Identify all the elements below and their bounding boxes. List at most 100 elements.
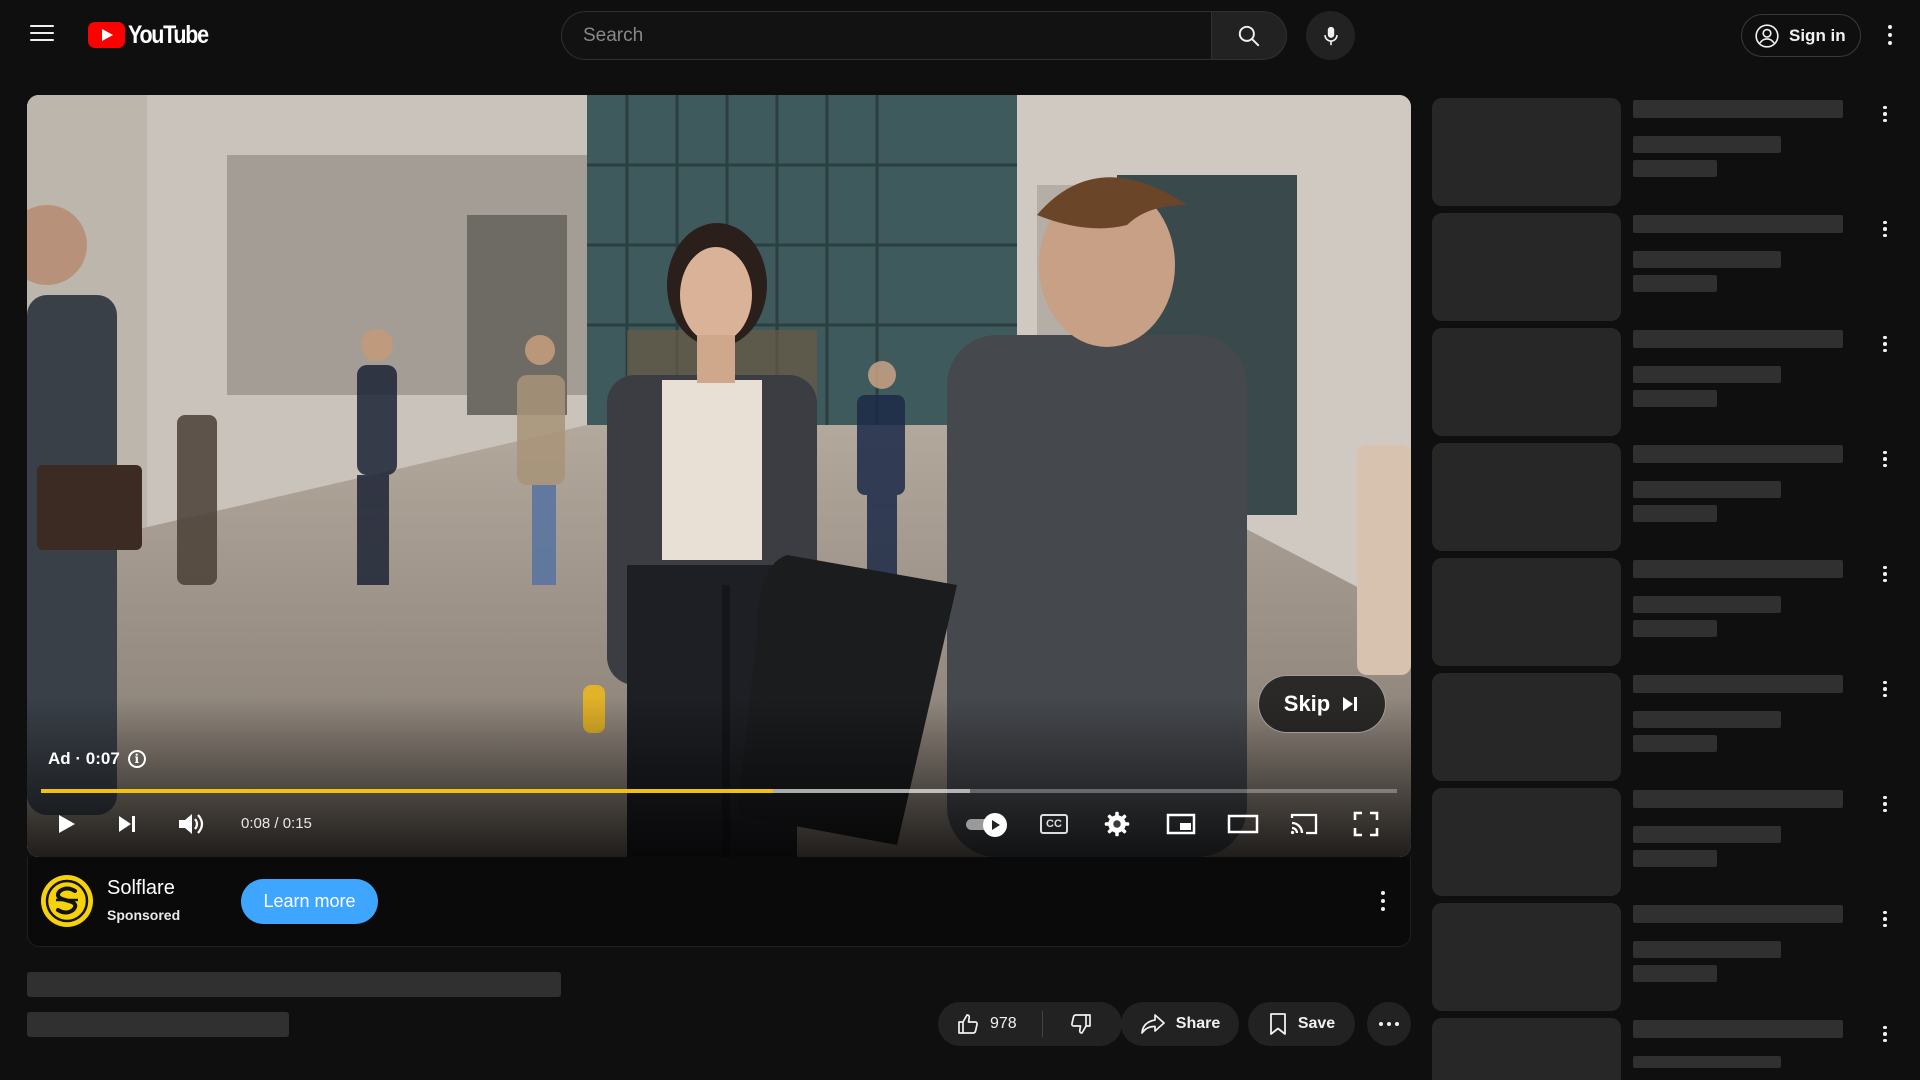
share-arrow-icon	[1140, 1014, 1165, 1034]
recommendation-card[interactable]	[1432, 673, 1902, 781]
player-controls: 0:08 / 0:15 CC	[27, 802, 1411, 846]
youtube-logo-icon	[88, 22, 125, 48]
more-vert-icon[interactable]	[1872, 677, 1898, 701]
progress-played	[41, 789, 774, 793]
recommendation-title-placeholder	[1633, 215, 1843, 233]
recommendation-title-placeholder	[1633, 905, 1843, 923]
theater-mode-icon	[1227, 814, 1259, 834]
more-vert-icon[interactable]	[1872, 907, 1898, 931]
recommendation-card[interactable]	[1432, 1018, 1902, 1080]
recommendation-thumbnail-placeholder[interactable]	[1432, 558, 1621, 666]
volume-icon	[179, 814, 204, 834]
more-actions-button[interactable]	[1367, 1002, 1411, 1046]
more-vert-icon[interactable]	[1875, 20, 1905, 50]
recommendation-thumbnail-placeholder[interactable]	[1432, 443, 1621, 551]
like-count: 978	[990, 1015, 1017, 1032]
search-input[interactable]	[561, 11, 1211, 60]
search-button[interactable]	[1211, 11, 1287, 60]
recommendation-meta-placeholder	[1633, 390, 1717, 407]
fullscreen-icon	[1353, 811, 1379, 837]
recommendation-thumbnail-placeholder[interactable]	[1432, 1018, 1621, 1080]
advertiser-name[interactable]: Solflare	[107, 877, 175, 900]
autoplay-toggle[interactable]	[964, 812, 1008, 837]
save-button[interactable]: Save	[1248, 1002, 1355, 1046]
recommendation-channel-placeholder	[1633, 826, 1781, 843]
next-button[interactable]	[105, 802, 149, 846]
like-button[interactable]: 978	[956, 1012, 1042, 1036]
more-horiz-icon	[1379, 1022, 1399, 1026]
volume-button[interactable]	[169, 802, 213, 846]
dislike-button[interactable]	[1043, 1012, 1119, 1036]
search-icon	[1238, 25, 1260, 46]
recommendation-meta-placeholder	[1633, 735, 1717, 752]
recommendation-thumbnail-placeholder[interactable]	[1432, 213, 1621, 321]
recommendation-thumbnail-placeholder[interactable]	[1432, 673, 1621, 781]
recommendation-thumbnail-placeholder[interactable]	[1432, 98, 1621, 206]
youtube-logo[interactable]: YouTube	[88, 21, 221, 49]
recommendation-card[interactable]	[1432, 788, 1902, 896]
more-vert-icon[interactable]	[1872, 217, 1898, 241]
more-vert-icon[interactable]	[1872, 102, 1898, 126]
play-button[interactable]	[44, 802, 88, 846]
masthead: YouTube Sign in	[0, 0, 1920, 70]
microphone-icon	[1323, 26, 1338, 45]
recommendation-meta-placeholder	[1633, 850, 1717, 867]
bookmark-icon	[1269, 1013, 1286, 1035]
share-button[interactable]: Share	[1121, 1002, 1239, 1046]
more-vert-icon[interactable]	[1872, 332, 1898, 356]
recommendation-thumbnail-placeholder[interactable]	[1432, 903, 1621, 1011]
recommendation-card[interactable]	[1432, 98, 1902, 206]
more-vert-icon[interactable]	[1872, 562, 1898, 586]
recommendation-channel-placeholder	[1633, 941, 1781, 958]
recommendation-channel-placeholder	[1633, 251, 1781, 268]
progress-bar[interactable]	[41, 789, 1397, 793]
more-vert-icon[interactable]	[1872, 447, 1898, 471]
miniplayer-button[interactable]	[1159, 802, 1203, 846]
info-icon[interactable]: i	[127, 750, 146, 768]
recommendation-card[interactable]	[1432, 213, 1902, 321]
channel-info-placeholder	[27, 1012, 289, 1037]
more-vert-icon[interactable]	[1368, 881, 1398, 921]
skip-label: Skip	[1283, 691, 1331, 716]
recommendation-title-placeholder	[1633, 100, 1843, 118]
cast-button[interactable]	[1282, 802, 1326, 846]
advertiser-logo[interactable]	[41, 875, 93, 927]
fullscreen-button[interactable]	[1344, 802, 1388, 846]
skip-next-icon	[1343, 697, 1358, 711]
voice-search-button[interactable]	[1306, 11, 1355, 60]
recommendation-card[interactable]	[1432, 558, 1902, 666]
recommendation-card[interactable]	[1432, 903, 1902, 1011]
learn-more-button[interactable]: Learn more	[241, 879, 378, 924]
recommendation-meta-placeholder	[1633, 160, 1717, 177]
search-box	[561, 11, 1287, 60]
recommendation-card[interactable]	[1432, 328, 1902, 436]
miniplayer-icon	[1166, 813, 1196, 835]
recommendation-meta-placeholder	[1633, 965, 1717, 982]
sign-in-button[interactable]: Sign in	[1741, 14, 1861, 57]
more-vert-icon[interactable]	[1872, 1022, 1898, 1046]
theater-mode-button[interactable]	[1221, 802, 1265, 846]
recommendation-title-placeholder	[1633, 560, 1843, 578]
recommendation-channel-placeholder	[1633, 711, 1781, 728]
next-icon	[119, 816, 135, 832]
recommendation-meta-placeholder	[1633, 505, 1717, 522]
recommendation-channel-placeholder	[1633, 596, 1781, 613]
recommendation-thumbnail-placeholder[interactable]	[1432, 328, 1621, 436]
skip-ad-button[interactable]: Skip	[1258, 675, 1386, 733]
settings-button[interactable]	[1095, 802, 1139, 846]
more-vert-icon[interactable]	[1872, 792, 1898, 816]
save-label: Save	[1297, 1015, 1336, 1032]
recommendation-card[interactable]	[1432, 443, 1902, 551]
recommendation-channel-placeholder	[1633, 136, 1781, 153]
solflare-logo-icon	[45, 879, 89, 923]
video-player[interactable]: Ad · 0:07 i Skip 0:08 / 0:15 CC	[27, 95, 1411, 857]
sponsored-label: Sponsored	[107, 907, 181, 923]
recommendation-title-placeholder	[1633, 675, 1843, 693]
ad-companion-bar: Solflare Sponsored Learn more	[27, 857, 1411, 947]
captions-button[interactable]: CC	[1032, 802, 1076, 846]
hamburger-menu-icon[interactable]	[22, 20, 64, 50]
recommendation-channel-placeholder	[1633, 366, 1781, 383]
recommendation-thumbnail-placeholder[interactable]	[1432, 788, 1621, 896]
cast-icon	[1290, 813, 1318, 835]
recommendation-channel-placeholder	[1633, 481, 1781, 498]
